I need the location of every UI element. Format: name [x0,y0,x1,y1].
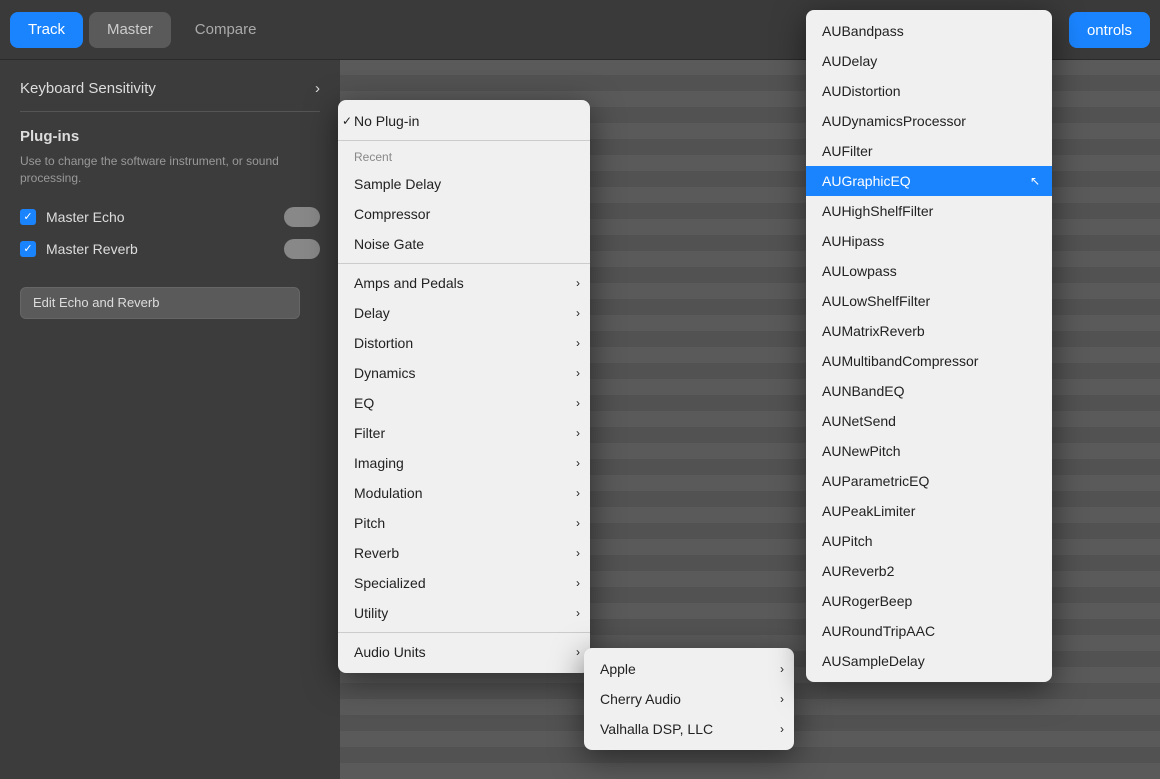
pitch-item[interactable]: Pitch › [338,508,590,538]
apple-item[interactable]: Apple › [584,654,794,684]
keyboard-sensitivity-label: Keyboard Sensitivity [20,80,156,97]
master-echo-checkbox[interactable]: ✓ [20,209,36,225]
utility-item[interactable]: Utility › [338,598,590,628]
plugins-section: Plug-ins Use to change the software inst… [20,128,320,187]
au-plugins-list: AUBandpass AUDelay AUDistortion AUDynami… [806,10,1052,682]
aufilter-item[interactable]: AUFilter [806,136,1052,166]
recent-label: Recent [338,145,590,169]
auhipass-item[interactable]: AUHipass [806,226,1052,256]
aureverb2-item[interactable]: AUReverb2 [806,556,1052,586]
auroundtripaac-item[interactable]: AURoundTripAAC [806,616,1052,646]
master-reverb-toggle[interactable] [284,239,320,259]
plugin-menu: No Plug-in Recent Sample Delay Compresso… [338,100,590,673]
specialized-item[interactable]: Specialized › [338,568,590,598]
aunewpitch-item[interactable]: AUNewPitch [806,436,1052,466]
aupitch-item[interactable]: AUPitch [806,526,1052,556]
aupeaklimiter-item[interactable]: AUPeakLimiter [806,496,1052,526]
aurogerbeep-item[interactable]: AURogerBeep [806,586,1052,616]
augraphiceq-item[interactable]: AUGraphicEQ ↖ [806,166,1052,196]
controls-button[interactable]: ontrols [1069,12,1150,48]
imaging-item[interactable]: Imaging › [338,448,590,478]
audio-units-item[interactable]: Audio Units › [338,637,590,667]
sample-delay-item[interactable]: Sample Delay [338,169,590,199]
master-echo-row: ✓ Master Echo [20,207,320,227]
chevron-right-icon: › [315,80,320,97]
menu-sep-1 [338,140,590,141]
audistortion-item[interactable]: AUDistortion [806,76,1052,106]
master-echo-label: Master Echo [46,209,274,225]
aumultibandcompressor-item[interactable]: AUMultibandCompressor [806,346,1052,376]
edit-echo-reverb-button[interactable]: Edit Echo and Reverb [20,287,300,319]
menu-sep-2 [338,263,590,264]
noise-gate-item[interactable]: Noise Gate [338,229,590,259]
auparametriceq-item[interactable]: AUParametricEQ [806,466,1052,496]
valhalla-dsp-item[interactable]: Valhalla DSP, LLC › [584,714,794,744]
plugins-heading: Plug-ins [20,128,320,145]
aulowpass-item[interactable]: AULowpass [806,256,1052,286]
distortion-item[interactable]: Distortion › [338,328,590,358]
filter-item[interactable]: Filter › [338,418,590,448]
master-reverb-checkbox[interactable]: ✓ [20,241,36,257]
delay-item[interactable]: Delay › [338,298,590,328]
master-tab[interactable]: Master [89,12,171,48]
cherry-audio-item[interactable]: Cherry Audio › [584,684,794,714]
compare-tab[interactable]: Compare [177,12,275,48]
no-plugin-item[interactable]: No Plug-in [338,106,590,136]
audynamicsprocessor-item[interactable]: AUDynamicsProcessor [806,106,1052,136]
aubandpass-item[interactable]: AUBandpass [806,16,1052,46]
master-reverb-label: Master Reverb [46,241,274,257]
audio-units-submenu: Apple › Cherry Audio › Valhalla DSP, LLC… [584,648,794,750]
master-reverb-row: ✓ Master Reverb [20,239,320,259]
plugins-description: Use to change the software instrument, o… [20,153,320,187]
aulowshelffilter-item[interactable]: AULowShelfFilter [806,286,1052,316]
aumatrixreverb-item[interactable]: AUMatrixReverb [806,316,1052,346]
aunbandeq-item[interactable]: AUNBandEQ [806,376,1052,406]
panel-content: Keyboard Sensitivity › Plug-ins Use to c… [0,60,340,339]
modulation-item[interactable]: Modulation › [338,478,590,508]
eq-item[interactable]: EQ › [338,388,590,418]
auhighshelffilter-item[interactable]: AUHighShelfFilter [806,196,1052,226]
menu-sep-3 [338,632,590,633]
keyboard-sensitivity-row[interactable]: Keyboard Sensitivity › [20,80,320,112]
reverb-item[interactable]: Reverb › [338,538,590,568]
master-echo-toggle[interactable] [284,207,320,227]
ausampledelay-item[interactable]: AUSampleDelay [806,646,1052,676]
track-tab[interactable]: Track [10,12,83,48]
audelay-item[interactable]: AUDelay [806,46,1052,76]
aunetsend-item[interactable]: AUNetSend [806,406,1052,436]
compressor-item[interactable]: Compressor [338,199,590,229]
dynamics-item[interactable]: Dynamics › [338,358,590,388]
amps-pedals-item[interactable]: Amps and Pedals › [338,268,590,298]
